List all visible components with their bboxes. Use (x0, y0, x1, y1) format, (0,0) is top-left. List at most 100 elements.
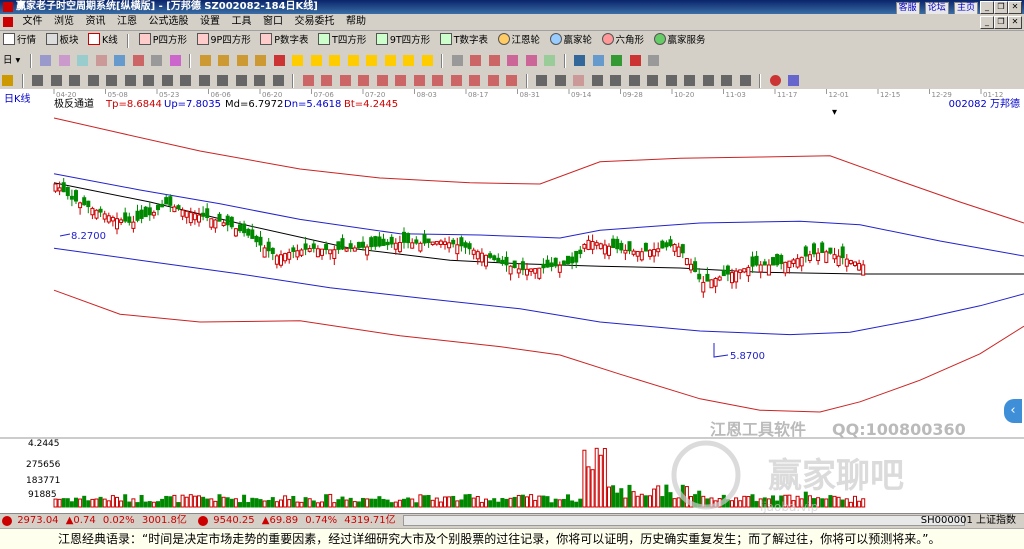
menu-help[interactable]: 帮助 (342, 14, 370, 30)
line-tool-icon-2[interactable] (50, 75, 62, 86)
gann-tool-icon-7[interactable] (413, 75, 425, 86)
gann-tool-icon-12[interactable] (506, 75, 517, 86)
gann-tool-icon-4[interactable] (358, 75, 369, 86)
line-tool-icon-1[interactable] (32, 75, 43, 86)
line-tool-icon-10[interactable] (198, 75, 210, 86)
menu-settings[interactable]: 设置 (196, 14, 224, 30)
kline-button[interactable]: K线 (85, 32, 121, 50)
fib-tool-icon-11[interactable] (739, 75, 751, 86)
tool-icon-4[interactable] (95, 55, 107, 66)
menu-browse[interactable]: 浏览 (50, 14, 78, 30)
line-tool-icon-9[interactable] (180, 75, 191, 86)
window-icon-2[interactable] (592, 55, 604, 66)
tool-icon-1[interactable] (40, 55, 52, 66)
winner-service-button[interactable]: 赢家服务 (651, 32, 709, 50)
gann-tool-icon-5[interactable] (376, 75, 388, 86)
t-number-table-button[interactable]: T数字表 (437, 32, 491, 50)
line-tool-icon-8[interactable] (161, 75, 173, 86)
nav-last-icon[interactable] (255, 55, 267, 66)
quotes-button[interactable]: 行情 (0, 32, 39, 50)
tool-icon-7[interactable] (151, 55, 163, 66)
t-square-button[interactable]: T四方形 (315, 32, 369, 50)
pencil-icon[interactable] (2, 75, 13, 86)
hand-icon[interactable] (451, 55, 463, 66)
gann-tool-icon-8[interactable] (432, 75, 443, 86)
fib-tool-icon-5[interactable] (628, 75, 640, 86)
menu-window[interactable]: 窗口 (259, 14, 287, 30)
gann-tool-icon-10[interactable] (469, 75, 480, 86)
tool-icon-2[interactable] (58, 55, 70, 66)
window-icon-3[interactable] (611, 55, 623, 66)
diamond-icon-8[interactable] (421, 55, 433, 66)
diamond-icon-4[interactable] (347, 55, 359, 66)
gann-tool-icon-2[interactable] (321, 75, 332, 86)
menu-info[interactable]: 资讯 (82, 14, 110, 30)
color-wheel-icon[interactable] (769, 75, 781, 86)
diamond-icon-7[interactable] (403, 55, 415, 66)
fib-tool-icon-4[interactable] (610, 75, 621, 86)
draw-icon-2[interactable] (488, 55, 500, 66)
kline-chart-area[interactable]: 04-20 05-08 05-23 06-06 06-20 07-06 07-20 08-03… (0, 89, 1024, 514)
menu-trade[interactable]: 交易委托 (291, 14, 339, 30)
fib-tool-icon-10[interactable] (721, 75, 732, 86)
mdi-restore-button[interactable]: ❐ (994, 16, 1008, 29)
line-tool-icon-4[interactable] (87, 75, 99, 86)
mdi-minimize-button[interactable]: _ (980, 16, 994, 29)
fib-tool-icon-6[interactable] (647, 75, 658, 86)
current-index-label[interactable]: SH000001 上证指数 (921, 514, 1016, 528)
line-tool-icon-13[interactable] (254, 75, 265, 86)
winner-wheel-button[interactable]: 赢家轮 (547, 32, 596, 50)
gann-tool-icon-1[interactable] (302, 75, 314, 86)
line-tool-icon-5[interactable] (106, 75, 117, 86)
menu-gann[interactable]: 江恩 (113, 14, 141, 30)
line-tool-icon-11[interactable] (217, 75, 228, 86)
draw-icon-4[interactable] (525, 55, 537, 66)
nav-first-icon[interactable] (199, 55, 211, 66)
diamond-icon-2[interactable] (310, 55, 322, 66)
diamond-icon-6[interactable] (384, 55, 396, 66)
close-button[interactable]: ✕ (1008, 1, 1022, 14)
fib-tool-icon-7[interactable] (665, 75, 677, 86)
line-tool-icon-7[interactable] (143, 75, 154, 86)
gann-wheel-button[interactable]: 江恩轮 (495, 32, 544, 50)
gann-tool-icon-9[interactable] (450, 75, 462, 86)
tool-icon-8[interactable] (169, 55, 181, 66)
draw-icon-3[interactable] (507, 55, 519, 66)
menu-file[interactable]: 文件 (19, 14, 47, 30)
window-icon-4[interactable] (629, 55, 641, 66)
percent-icon[interactable] (573, 75, 584, 86)
window-icon-5[interactable] (648, 55, 660, 66)
line-tool-icon-3[interactable] (69, 75, 80, 86)
period-select[interactable]: 日 ▾ (0, 52, 23, 70)
line-tool-icon-12[interactable] (235, 75, 247, 86)
tool-icon-3[interactable] (77, 55, 89, 66)
tool-icon-6[interactable] (132, 55, 144, 66)
9t-square-button[interactable]: 9T四方形 (373, 32, 433, 50)
gann-tool-icon-3[interactable] (339, 75, 351, 86)
mdi-close-button[interactable]: ✕ (1008, 16, 1022, 29)
line-tool-icon-6[interactable] (124, 75, 136, 86)
fib-tool-icon-2[interactable] (554, 75, 566, 86)
9p-square-button[interactable]: 9P四方形 (194, 32, 254, 50)
draw-icon-5[interactable] (544, 55, 556, 66)
menu-tools[interactable]: 工具 (228, 14, 256, 30)
hexagon-button[interactable]: 六角形 (599, 32, 648, 50)
window-icon-1[interactable] (574, 55, 586, 66)
menu-formula-pick[interactable]: 公式选股 (145, 14, 193, 30)
line-tool-icon-14[interactable] (272, 75, 284, 86)
nav-next-icon[interactable] (236, 55, 248, 66)
fib-tool-icon-8[interactable] (684, 75, 695, 86)
draw-icon-1[interactable] (470, 55, 482, 66)
p-square-button[interactable]: P四方形 (136, 32, 190, 50)
diamond-icon-1[interactable] (292, 55, 304, 66)
diamond-icon-5[interactable] (366, 55, 378, 66)
restore-button[interactable]: ❐ (994, 1, 1008, 14)
fib-tool-icon-1[interactable] (536, 75, 547, 86)
gann-tool-icon-6[interactable] (395, 75, 406, 86)
zoom-icon[interactable] (273, 55, 285, 66)
price-chart-svg[interactable]: 04-20 05-08 05-23 06-06 06-20 07-06 07-20 08-03… (0, 89, 1024, 514)
infinity-icon[interactable] (788, 75, 799, 86)
fib-tool-icon-3[interactable] (591, 75, 603, 86)
nav-prev-icon[interactable] (218, 55, 230, 66)
diamond-icon-3[interactable] (329, 55, 341, 66)
